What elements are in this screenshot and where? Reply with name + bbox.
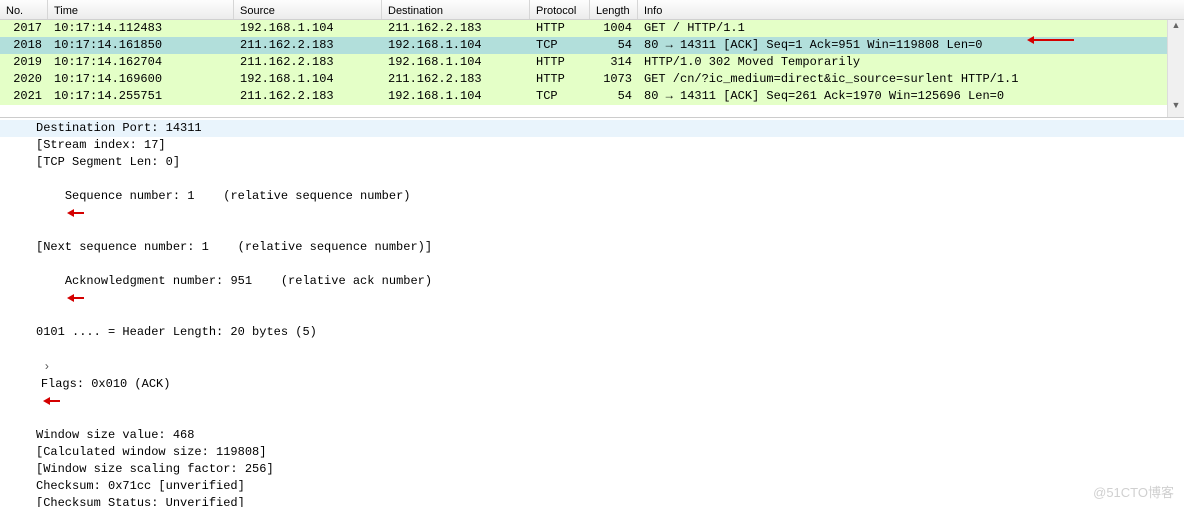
pkt-source: 211.162.2.183	[234, 54, 382, 71]
annotation-arrow-icon	[45, 400, 60, 402]
table-row[interactable]: 202110:17:14.255751211.162.2.183192.168.…	[0, 88, 1184, 105]
field-stream-index[interactable]: [Stream index: 17]	[0, 137, 1184, 154]
pkt-length: 54	[590, 88, 638, 105]
pkt-info: GET / HTTP/1.1	[638, 20, 1184, 37]
packet-list-header: No. Time Source Destination Protocol Len…	[0, 0, 1184, 20]
watermark: @51CTO博客	[1093, 482, 1174, 501]
pkt-time: 10:17:14.161850	[48, 37, 234, 54]
expand-icon[interactable]: ›	[41, 358, 53, 375]
annotation-arrow-icon	[69, 212, 84, 214]
pkt-info: 80 → 14311 [ACK] Seq=261 Ack=1970 Win=12…	[638, 88, 1184, 105]
pkt-source: 192.168.1.104	[234, 20, 382, 37]
col-header-no[interactable]: No.	[0, 0, 48, 19]
pkt-destination: 192.168.1.104	[382, 88, 530, 105]
pkt-time: 10:17:14.255751	[48, 88, 234, 105]
field-flags[interactable]: › Flags: 0x010 (ACK)	[0, 341, 1184, 427]
table-row[interactable]: 201710:17:14.112483192.168.1.104211.162.…	[0, 20, 1184, 37]
packet-list-pane: No. Time Source Destination Protocol Len…	[0, 0, 1184, 118]
pkt-time: 10:17:14.169600	[48, 71, 234, 88]
pkt-source: 192.168.1.104	[234, 71, 382, 88]
pkt-no: 2021	[0, 88, 48, 105]
pkt-no: 2017	[0, 20, 48, 37]
pkt-time: 10:17:14.162704	[48, 54, 234, 71]
pkt-destination: 192.168.1.104	[382, 37, 530, 54]
field-window-size[interactable]: Window size value: 468	[0, 427, 1184, 444]
pkt-no: 2019	[0, 54, 48, 71]
vertical-scrollbar[interactable]: ▲ ▼	[1167, 20, 1184, 117]
field-header-length[interactable]: 0101 .... = Header Length: 20 bytes (5)	[0, 324, 1184, 341]
table-row[interactable]: 201910:17:14.162704211.162.2.183192.168.…	[0, 54, 1184, 71]
table-row[interactable]: 202010:17:14.169600192.168.1.104211.162.…	[0, 71, 1184, 88]
packet-rows: 201710:17:14.112483192.168.1.104211.162.…	[0, 20, 1184, 105]
scroll-up-icon[interactable]: ▲	[1168, 20, 1184, 37]
field-acknowledgment-number[interactable]: Acknowledgment number: 951 (relative ack…	[0, 256, 1184, 324]
pkt-length: 54	[590, 37, 638, 54]
pkt-source: 211.162.2.183	[234, 88, 382, 105]
pkt-protocol: TCP	[530, 88, 590, 105]
annotation-arrow-icon	[69, 297, 84, 299]
pkt-protocol: HTTP	[530, 71, 590, 88]
pkt-protocol: HTTP	[530, 20, 590, 37]
pkt-protocol: TCP	[530, 37, 590, 54]
pkt-no: 2018	[0, 37, 48, 54]
field-sequence-number[interactable]: Sequence number: 1 (relative sequence nu…	[0, 171, 1184, 239]
pkt-protocol: HTTP	[530, 54, 590, 71]
packet-details-pane: Destination Port: 14311 [Stream index: 1…	[0, 118, 1184, 507]
annotation-arrow-icon	[1029, 39, 1074, 41]
col-header-source[interactable]: Source	[234, 0, 382, 19]
field-calculated-window-size[interactable]: [Calculated window size: 119808]	[0, 444, 1184, 461]
pkt-destination: 211.162.2.183	[382, 20, 530, 37]
pkt-length: 314	[590, 54, 638, 71]
field-checksum[interactable]: Checksum: 0x71cc [unverified]	[0, 478, 1184, 495]
field-ack-text: Acknowledgment number: 951 (relative ack…	[65, 274, 432, 288]
col-header-info[interactable]: Info	[638, 0, 1184, 19]
pkt-info: HTTP/1.0 302 Moved Temporarily	[638, 54, 1184, 71]
pkt-no: 2020	[0, 71, 48, 88]
col-header-protocol[interactable]: Protocol	[530, 0, 590, 19]
field-window-scaling-factor[interactable]: [Window size scaling factor: 256]	[0, 461, 1184, 478]
table-row[interactable]: 201810:17:14.161850211.162.2.183192.168.…	[0, 37, 1184, 54]
pkt-source: 211.162.2.183	[234, 37, 382, 54]
scroll-down-icon[interactable]: ▼	[1168, 100, 1184, 117]
field-next-sequence-number[interactable]: [Next sequence number: 1 (relative seque…	[0, 239, 1184, 256]
pkt-info: GET /cn/?ic_medium=direct&ic_source=surl…	[638, 71, 1184, 88]
pkt-destination: 211.162.2.183	[382, 71, 530, 88]
field-destination-port[interactable]: Destination Port: 14311	[0, 120, 1184, 137]
pkt-length: 1004	[590, 20, 638, 37]
pkt-length: 1073	[590, 71, 638, 88]
field-tcp-segment-len[interactable]: [TCP Segment Len: 0]	[0, 154, 1184, 171]
field-flags-text: Flags: 0x010 (ACK)	[41, 377, 171, 391]
col-header-destination[interactable]: Destination	[382, 0, 530, 19]
field-seq-text: Sequence number: 1 (relative sequence nu…	[65, 189, 411, 203]
field-checksum-status[interactable]: [Checksum Status: Unverified]	[0, 495, 1184, 507]
pkt-time: 10:17:14.112483	[48, 20, 234, 37]
pkt-info: 80 → 14311 [ACK] Seq=1 Ack=951 Win=11980…	[638, 37, 1184, 54]
scroll-track[interactable]	[1168, 37, 1184, 100]
col-header-length[interactable]: Length	[590, 0, 638, 19]
pkt-destination: 192.168.1.104	[382, 54, 530, 71]
col-header-time[interactable]: Time	[48, 0, 234, 19]
